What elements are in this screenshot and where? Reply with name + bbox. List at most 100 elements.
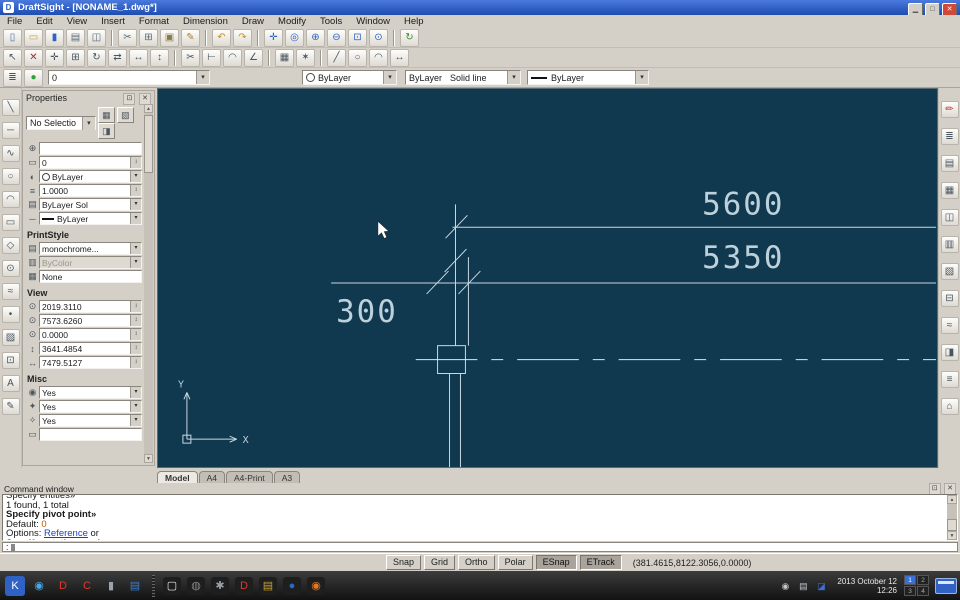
- image-ref-icon[interactable]: ▧: [940, 263, 959, 280]
- menu-file[interactable]: File: [0, 16, 29, 27]
- k-menu-icon[interactable]: K: [5, 575, 25, 596]
- tray-flag-icon[interactable]: ◪: [814, 579, 828, 593]
- rectangle-icon[interactable]: ▭: [1, 214, 20, 231]
- notes-app-icon[interactable]: ▢: [163, 576, 181, 595]
- grid-display-icon[interactable]: ▦: [940, 182, 959, 199]
- combo-arrow-icon[interactable]: ▾: [130, 243, 141, 254]
- zoom-out-icon[interactable]: ⊖: [327, 28, 346, 47]
- table-icon[interactable]: ▥: [940, 236, 959, 253]
- globe-task-icon[interactable]: ●: [283, 576, 301, 595]
- toggle-ortho[interactable]: Ortho: [458, 555, 495, 570]
- center-x-field[interactable]: 2019.3110 ↕: [39, 300, 142, 313]
- block-icon[interactable]: ⊡: [1, 352, 20, 369]
- center-y-field[interactable]: 7573.6260 ↕: [39, 314, 142, 327]
- combo-arrow-icon[interactable]: ▾: [635, 71, 648, 84]
- spinner-icon[interactable]: ↕: [130, 357, 141, 368]
- layer-field[interactable]: 0 ↕: [39, 156, 142, 169]
- scale-icon[interactable]: ↔: [129, 48, 148, 67]
- display-options-button[interactable]: ◨: [97, 123, 115, 139]
- print-preview-icon[interactable]: ◫: [87, 28, 106, 47]
- lineweight-field[interactable]: ByLayer ▾: [39, 212, 142, 225]
- view-split-icon[interactable]: ◫: [940, 209, 959, 226]
- settings-gear-icon[interactable]: ✱: [211, 576, 229, 595]
- menu-view[interactable]: View: [60, 16, 94, 27]
- menu-help[interactable]: Help: [397, 16, 431, 27]
- web-globe-icon[interactable]: ◉: [29, 576, 49, 596]
- zoom-in-icon[interactable]: ⊕: [306, 28, 325, 47]
- tab-model[interactable]: Model: [157, 471, 198, 483]
- toggle-etrack[interactable]: ETrack: [579, 555, 622, 570]
- spline-icon[interactable]: ≈: [1, 283, 20, 300]
- file-manager-icon[interactable]: ▤: [125, 576, 145, 596]
- zoom-dynamic-icon[interactable]: ◎: [285, 28, 304, 47]
- pager-desktop-2[interactable]: 2: [917, 575, 929, 585]
- copy-icon[interactable]: ⊞: [139, 28, 158, 47]
- command-history[interactable]: Specify entities» 1 found, 1 total Speci…: [2, 494, 958, 541]
- toggle-snap[interactable]: Snap: [386, 555, 422, 570]
- view-width-field[interactable]: 7479.5127 ↕: [39, 356, 142, 369]
- combo-arrow-icon[interactable]: ▾: [130, 401, 141, 412]
- linescale-field[interactable]: 1.0000 ↕: [39, 184, 142, 197]
- tray-user-icon[interactable]: ◉: [778, 579, 792, 593]
- taskbar-handle[interactable]: [152, 574, 155, 597]
- draftsight-red-2-icon[interactable]: C: [77, 576, 97, 596]
- command-scrollbar[interactable]: ▲ ▼: [947, 495, 957, 540]
- print-icon[interactable]: ▤: [66, 28, 85, 47]
- combo-arrow-icon[interactable]: ▾: [130, 171, 141, 182]
- drawing-canvas[interactable]: 5600 5350 300 Y X: [158, 89, 937, 467]
- cut-icon[interactable]: ✂: [118, 28, 137, 47]
- linecolor-combo[interactable]: ByLayer ▾: [302, 70, 397, 85]
- combo-arrow-icon[interactable]: ▾: [507, 71, 520, 84]
- combo-arrow-icon[interactable]: ▾: [130, 199, 141, 210]
- layers-icon[interactable]: ≣: [940, 128, 959, 145]
- menu-dimension[interactable]: Dimension: [176, 16, 235, 27]
- circle-icon[interactable]: ○: [1, 168, 20, 185]
- text-icon[interactable]: A: [1, 375, 20, 392]
- tab-a4[interactable]: A4: [198, 471, 225, 483]
- draftsight-task-icon[interactable]: D: [235, 576, 253, 595]
- note-icon[interactable]: ✎: [1, 398, 20, 415]
- menu-window[interactable]: Window: [349, 16, 397, 27]
- combo-arrow-icon[interactable]: ▾: [130, 257, 141, 268]
- pager-desktop-1[interactable]: 1: [904, 575, 916, 585]
- scroll-down-icon[interactable]: ▼: [144, 454, 153, 463]
- list-icon[interactable]: ≡: [940, 371, 959, 388]
- terminal-icon[interactable]: ▮: [101, 576, 121, 596]
- scroll-thumb[interactable]: [144, 115, 153, 173]
- menu-draw[interactable]: Draw: [235, 16, 271, 27]
- ucs-name-field[interactable]: ↕: [39, 428, 142, 441]
- spinner-icon[interactable]: ↕: [130, 301, 141, 312]
- command-input[interactable]: :: [2, 542, 958, 552]
- pattern-icon[interactable]: ▦: [275, 48, 294, 67]
- move-icon[interactable]: ✛: [45, 48, 64, 67]
- scroll-thumb[interactable]: [947, 519, 957, 531]
- properties-panel-titlebar[interactable]: Properties ⊡ ✕: [23, 91, 154, 105]
- arc-icon[interactable]: ◠: [1, 191, 20, 208]
- sheet-icon[interactable]: ▤: [940, 155, 959, 172]
- panel-icon[interactable]: ◨: [940, 344, 959, 361]
- menu-format[interactable]: Format: [132, 16, 176, 27]
- layer-color-icon[interactable]: ●: [24, 68, 43, 87]
- printstyle-field[interactable]: monochrome... ▾: [39, 242, 142, 255]
- linestyle-combo[interactable]: ByLayer Solid line ▾: [405, 70, 521, 85]
- construction-line-icon[interactable]: ─: [1, 122, 20, 139]
- open-icon[interactable]: ▭: [24, 28, 43, 47]
- layers-manager-icon[interactable]: ≣: [3, 68, 22, 87]
- menu-modify[interactable]: Modify: [271, 16, 313, 27]
- scroll-up-icon[interactable]: ▲: [947, 495, 957, 504]
- chamfer-icon[interactable]: ∠: [244, 48, 263, 67]
- combo-arrow-icon[interactable]: ▾: [81, 116, 95, 130]
- explode-icon[interactable]: ✶: [296, 48, 315, 67]
- fillet-icon[interactable]: ◠: [223, 48, 242, 67]
- point-icon[interactable]: •: [1, 306, 20, 323]
- media-player-icon[interactable]: ◍: [187, 576, 205, 595]
- dock-icon[interactable]: ⊡: [123, 92, 136, 105]
- view-height-field[interactable]: 3641.4854 ↕: [39, 342, 142, 355]
- ucs-per-viewport-field[interactable]: Yes ▾: [39, 414, 142, 427]
- cloud-icon[interactable]: ≈: [940, 317, 959, 334]
- quick-select-button[interactable]: ▧: [116, 107, 134, 123]
- spinner-icon[interactable]: ↕: [130, 185, 141, 196]
- center-z-field[interactable]: 0.0000 ↕: [39, 328, 142, 341]
- combo-arrow-icon[interactable]: ▾: [130, 213, 141, 224]
- command-window-header[interactable]: Command window ⊡ ✕: [0, 483, 960, 495]
